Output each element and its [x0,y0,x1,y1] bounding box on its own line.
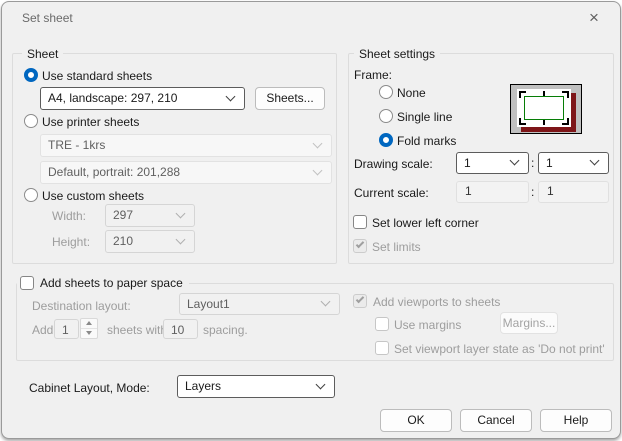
width-combobox: 297 [105,204,195,227]
printer-size-combobox: Default, portrait: 201,288 [40,161,332,184]
checkmark-icon [356,240,364,248]
frame-fold-marks-radio[interactable] [379,133,393,147]
fold-mark-icon [519,91,526,98]
margins-button: Margins... [500,312,558,334]
frame-fold-marks-label: Fold marks [397,134,456,148]
preview-frame-rect [524,96,564,120]
current-scale-label: Current scale: [354,186,429,200]
up-arrow-icon [86,321,92,325]
spacing-label: spacing. [203,323,248,337]
printer-value: TRE - 1krs [48,138,105,152]
add-label: Add [32,323,53,337]
chevron-down-icon [176,208,186,218]
spacing-field: 10 [163,319,198,339]
use-standard-sheets-radio[interactable] [24,68,38,82]
add-viewports-label: Add viewports to sheets [373,295,500,309]
chevron-down-icon [316,379,326,389]
destination-layout-combobox: Layout1 [179,293,340,315]
cancel-button[interactable]: Cancel [460,409,532,432]
use-printer-sheets-radio[interactable] [24,114,38,128]
set-sheet-dialog: Set sheet × Sheet Use standard sheets A4… [1,1,621,439]
frame-none-radio[interactable] [379,85,393,99]
use-printer-sheets-label: Use printer sheets [42,115,139,129]
cabinet-layout-mode-combobox[interactable]: Layers [177,375,335,398]
frame-single-line-radio[interactable] [379,109,393,123]
close-icon[interactable]: × [583,7,605,29]
drawing-scale-label: Drawing scale: [354,157,433,171]
destination-layout-label: Destination layout: [32,299,131,313]
use-custom-sheets-radio[interactable] [24,188,38,202]
chevron-down-icon [313,165,323,175]
sheet-group-title: Sheet [22,47,63,61]
use-margins-label: Use margins [394,318,461,332]
help-button[interactable]: Help [540,409,612,432]
preview-paper [517,89,571,127]
use-custom-sheets-label: Use custom sheets [42,189,144,203]
fold-mark-icon [562,118,569,125]
sheet-preview [510,84,582,134]
down-arrow-icon [86,331,92,335]
fold-mark-icon [562,91,569,98]
width-value: 297 [113,208,133,222]
destination-layout-value: Layout1 [187,297,230,311]
preview-shadow-bottom [521,127,576,132]
chevron-down-icon [590,156,600,166]
chevron-down-icon [226,91,236,101]
dialog-title: Set sheet [22,11,73,25]
fold-mark-icon [543,120,545,125]
frame-none-label: None [397,86,426,100]
ok-button[interactable]: OK [380,409,452,432]
current-scale-left-field: 1 [456,181,529,203]
add-sheets-paper-space-checkbox[interactable] [20,276,34,290]
width-label: Width: [52,209,86,223]
preview-shadow-right [571,93,576,131]
use-standard-sheets-label: Use standard sheets [42,69,152,83]
current-scale-right-field: 1 [538,181,609,203]
cabinet-layout-mode-label: Cabinet Layout, Mode: [29,381,150,395]
printer-size-value: Default, portrait: 201,288 [48,165,180,179]
height-label: Height: [52,235,90,249]
height-value: 210 [113,234,133,248]
standard-sheet-value: A4, landscape: 297, 210 [48,91,177,105]
set-limits-label: Set limits [372,240,421,254]
chevron-down-icon [510,156,520,166]
drawing-scale-left-combobox[interactable]: 1 [456,152,529,174]
spinner-down-button [81,329,97,339]
standard-sheet-combobox[interactable]: A4, landscape: 297, 210 [40,87,245,110]
drawing-scale-right-value: 1 [546,156,553,170]
printer-combobox: TRE - 1krs [40,134,332,157]
drawing-scale-left-value: 1 [464,156,471,170]
checkmark-icon [356,295,364,303]
add-sheets-paper-space-label: Add sheets to paper space [40,276,183,290]
set-limits-checkbox [353,239,367,253]
scale-colon: : [531,156,534,170]
frame-single-line-label: Single line [397,110,452,124]
sheet-settings-group-title: Sheet settings [354,47,440,61]
chevron-down-icon [176,234,186,244]
cabinet-layout-mode-value: Layers [185,379,221,393]
fold-mark-icon [519,118,526,125]
sheets-with-label: sheets with [107,323,167,337]
viewport-layer-checkbox [375,341,389,355]
sheet-count-field: 1 [54,319,79,339]
sheets-button[interactable]: Sheets... [255,87,325,110]
drawing-scale-right-combobox[interactable]: 1 [538,152,609,174]
fold-mark-icon [543,91,545,96]
set-lower-left-corner-checkbox[interactable] [353,215,367,229]
spinner-up-button [81,319,97,329]
frame-label: Frame: [354,68,392,82]
sheet-count-spinner [80,318,98,339]
chevron-down-icon [321,297,331,307]
chevron-down-icon [313,138,323,148]
paper-space-group-caption: Add sheets to paper space [17,273,189,293]
add-viewports-checkbox [353,294,367,308]
viewport-layer-label: Set viewport layer state as 'Do not prin… [394,342,605,356]
use-margins-checkbox [375,317,389,331]
set-lower-left-corner-label: Set lower left corner [372,216,479,230]
current-scale-colon: : [531,185,534,199]
height-combobox: 210 [105,230,195,253]
